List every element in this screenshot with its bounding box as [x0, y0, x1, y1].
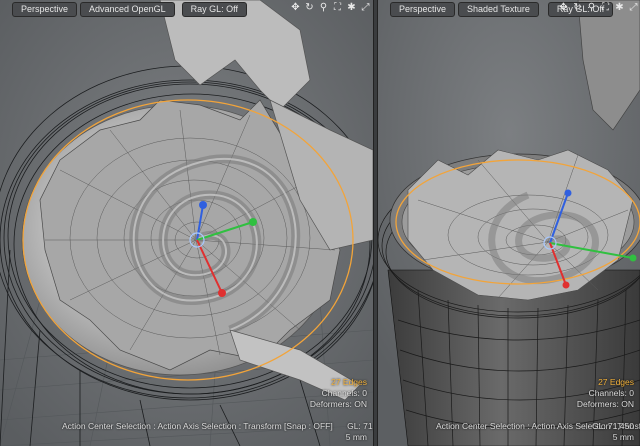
gizmo-x-handle[interactable] [562, 281, 570, 289]
move-icon[interactable]: ✥ [558, 2, 569, 14]
right-gl-line: GL: 71,450 [592, 421, 634, 432]
left-viewport-nav-icons: ✥ ↻ ⚲ ⛶ ✱ ⤢ [290, 2, 371, 14]
render-mode-dropdown[interactable]: Advanced OpenGL [80, 1, 175, 17]
deformers-readout: Deformers: ON [576, 399, 634, 409]
gizmo-z-handle[interactable] [564, 189, 572, 197]
view-mode-dropdown[interactable]: Perspective [390, 1, 456, 17]
rotate-icon[interactable]: ↻ [304, 2, 315, 14]
channels-readout: Channels: 0 [321, 388, 367, 398]
right-viewport-nav-icons: ✥ ↻ ⚲ ⛶ ✱ ⤢ [558, 2, 639, 14]
gizmo-z-handle[interactable] [199, 201, 207, 209]
zoom-icon[interactable]: ⚲ [318, 2, 329, 14]
fit-icon[interactable]: ⛶ [332, 2, 343, 14]
gizmo-y-handle[interactable] [249, 218, 257, 226]
left-viewport[interactable]: Perspective Advanced OpenGL Ray GL: Off … [0, 0, 373, 446]
grid-size-readout: 5 mm [612, 432, 634, 442]
rotate-icon[interactable]: ↻ [572, 2, 583, 14]
settings-icon[interactable]: ✱ [346, 2, 357, 14]
gizmo-x-handle[interactable] [218, 289, 226, 297]
left-hud-stats: 27 Edges Channels: 0 Deformers: ON [310, 377, 367, 410]
selection-count: 27 Edges [331, 377, 367, 387]
view-mode-dropdown[interactable]: Perspective [12, 1, 78, 17]
fit-icon[interactable]: ⛶ [600, 2, 611, 14]
settings-icon[interactable]: ✱ [614, 2, 625, 14]
gl-readout: GL: 71,450 [591, 421, 634, 431]
right-viewport[interactable]: Perspective Shaded Texture Ray GL: Off ✥… [378, 0, 640, 446]
maximize-icon[interactable]: ⤢ [360, 2, 371, 14]
grid-size-readout: 5 mm [345, 432, 367, 442]
zoom-icon[interactable]: ⚲ [586, 2, 597, 14]
move-icon[interactable]: ✥ [290, 2, 301, 14]
selection-count: 27 Edges [598, 377, 634, 387]
left-status-line: Action Center Selection : Action Axis Se… [62, 421, 373, 432]
gl-readout: GL: 71,450 [347, 421, 373, 431]
ray-gl-toggle[interactable]: Ray GL: Off [181, 1, 247, 17]
channels-readout: Channels: 0 [588, 388, 634, 398]
deformers-readout: Deformers: ON [309, 399, 367, 409]
maximize-icon[interactable]: ⤢ [628, 2, 639, 14]
action-status: Action Center Selection : Action Axis Se… [62, 421, 333, 431]
right-hud-stats: 27 Edges Channels: 0 Deformers: ON [577, 377, 634, 410]
render-mode-dropdown[interactable]: Shaded Texture [458, 1, 539, 17]
gizmo-y-handle[interactable] [629, 254, 637, 262]
